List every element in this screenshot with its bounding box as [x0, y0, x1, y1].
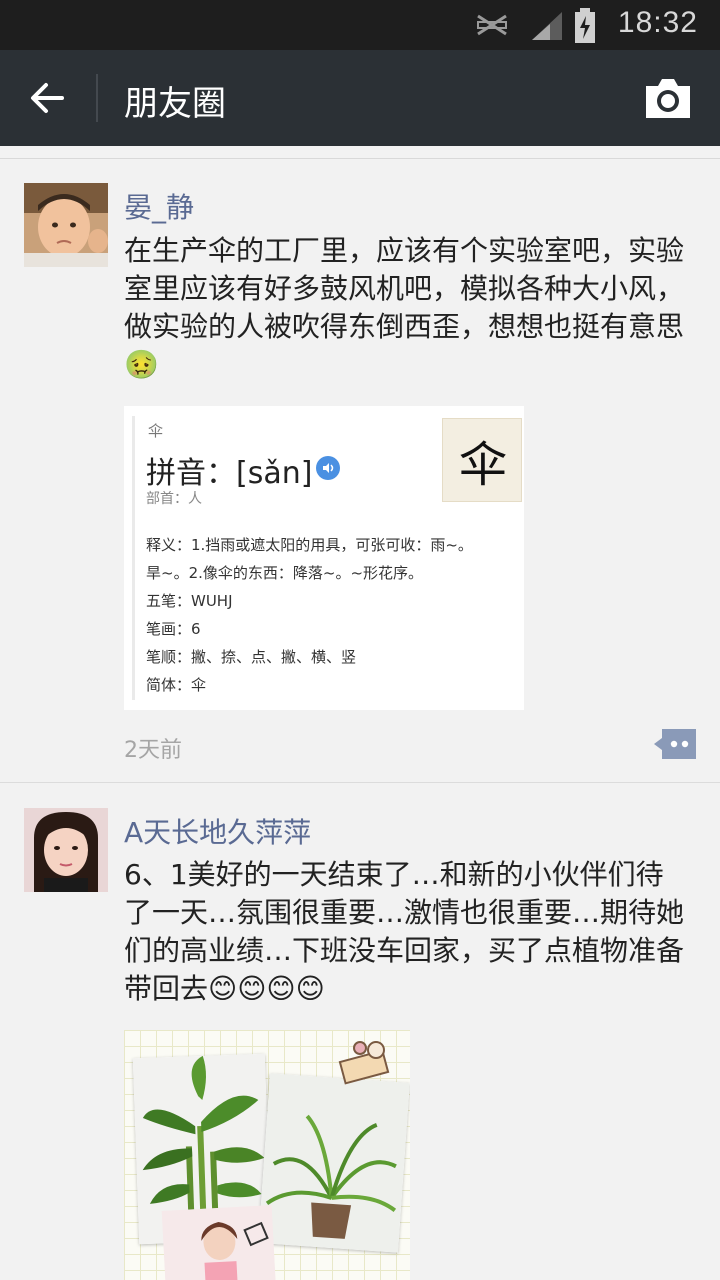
battery-charging-icon [575, 8, 595, 43]
child-photo [24, 183, 108, 267]
arrow-left-icon[interactable] [20, 70, 76, 126]
post-text: 6、1美好的一天结束了…和新的小伙伴们待了一天…氛围很重要…激情也很重要…期待她… [124, 856, 684, 1008]
avatar[interactable] [24, 808, 108, 892]
emoji: 🤢 [124, 348, 159, 381]
avatar[interactable] [24, 183, 108, 267]
dict-stroke-order: 笔顺：撇、捺、点、撇、横、竖 [146, 648, 357, 666]
dict-strokes: 笔画：6 [146, 620, 201, 638]
emoji: 😊😊😊😊 [208, 972, 325, 1005]
divider [0, 158, 720, 159]
title-divider [96, 74, 98, 122]
post-timestamp: 2天前 [124, 738, 182, 763]
page-title: 朋友圈 [124, 84, 226, 124]
woman-photo [24, 808, 108, 892]
post-text: 在生产伞的工厂里，应该有个实验室吧，实验室里应该有好多鼓风机吧，模拟各种大小风，… [124, 232, 684, 384]
speaker-icon [316, 456, 340, 480]
dict-pinyin: 拼音：[sǎn] [146, 456, 313, 491]
no-signal-icon [477, 14, 507, 36]
signal-icon [532, 12, 562, 40]
girl-photo [161, 1205, 277, 1280]
divider [0, 782, 720, 783]
card-accent-bar [132, 416, 135, 700]
big-char: 伞 [458, 437, 507, 493]
camera-icon[interactable] [644, 76, 692, 120]
top-nav-bar: 朋友圈 [0, 50, 720, 146]
post-image[interactable]: 伞 拼音：[sǎn] 部首：人 伞 释义：1.挡雨或遮太阳的用具，可张可收：雨~… [124, 406, 524, 710]
author-name[interactable]: 晏_静 [124, 186, 194, 226]
sticker-icon [338, 1041, 390, 1085]
dict-definition-line: 旱~。2.像伞的东西：降落~。~形花序。 [146, 564, 424, 582]
clock: 18:32 [617, 6, 698, 39]
spider-plant-photo [258, 1073, 410, 1253]
post-image[interactable] [124, 1030, 410, 1280]
dict-simplified: 简体：伞 [146, 676, 207, 694]
dict-radical: 部首：人 [146, 491, 202, 507]
status-bar: 18:32 [0, 0, 720, 50]
dict-small-char: 伞 [148, 422, 164, 440]
dict-wubi: 五笔：WUHJ [146, 592, 233, 610]
moments-feed[interactable]: 晏_静 在生产伞的工厂里，应该有个实验室吧，实验室里应该有好多鼓风机吧，模拟各种… [0, 146, 720, 1280]
author-name[interactable]: A天长地久萍萍 [124, 811, 311, 851]
char-box: 伞 [442, 418, 522, 502]
comment-icon[interactable] [654, 729, 696, 759]
post-text-body: 在生产伞的工厂里，应该有个实验室吧，实验室里应该有好多鼓风机吧，模拟各种大小风，… [124, 234, 685, 343]
dict-definition-line: 释义：1.挡雨或遮太阳的用具，可张可收：雨~。 [146, 536, 473, 554]
